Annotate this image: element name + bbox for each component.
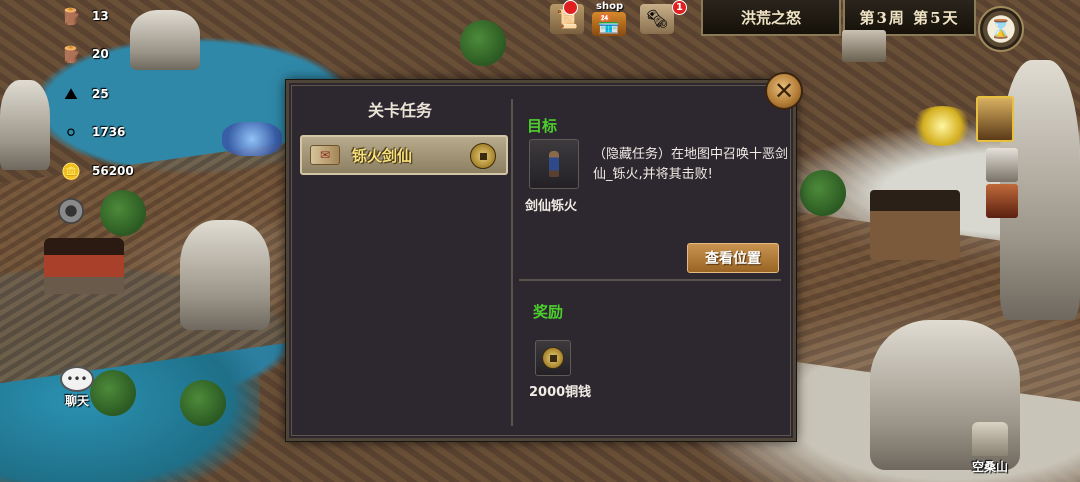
location-label: 空桑山	[971, 460, 1008, 474]
resource-ore: ⛰ 25	[58, 84, 108, 104]
wolf-unit[interactable]	[222, 122, 282, 156]
lumber-icon: 🪵	[61, 44, 81, 64]
horizontal-divider	[519, 279, 781, 281]
view-location-button[interactable]: 查看位置	[687, 243, 779, 273]
close-button[interactable]: ✕	[765, 72, 803, 110]
resource-lumber: 🪵 20	[58, 44, 109, 64]
pagoda-building[interactable]	[44, 238, 124, 294]
gold-ingot-icon: 🪙	[61, 161, 81, 181]
chat-label: 聊天	[64, 394, 89, 408]
pavilion-building[interactable]	[870, 190, 960, 260]
chat-button[interactable]: ••• 聊天	[56, 366, 98, 409]
target-name: 剑仙铄火	[525, 199, 578, 214]
palm-tree	[460, 20, 506, 66]
close-icon: ✕	[773, 77, 795, 105]
quest-name: 铄火剑仙	[352, 146, 413, 165]
scroll-badge: 1	[672, 0, 687, 15]
wood-bundle-icon: 🪵	[61, 6, 81, 26]
resource-wood: 🪵 13	[58, 6, 109, 26]
mountain	[130, 10, 200, 70]
reward-heading: 奖励	[533, 303, 564, 321]
hero-portrait-top[interactable]	[842, 30, 886, 62]
reward-text: 2000铜钱	[529, 385, 592, 400]
vertical-divider	[511, 99, 513, 426]
map-title: 洪荒之怒	[701, 0, 841, 36]
mountain-gate-icon	[972, 422, 1008, 456]
swordsman-figure-icon	[549, 151, 559, 177]
palm-tree	[180, 380, 226, 426]
copper-coin-icon	[542, 347, 564, 369]
chat-bubble-icon: •••	[60, 366, 94, 392]
target-heading: 目标	[527, 117, 558, 135]
quest-list-item[interactable]: ✉ 铄火剑仙	[300, 135, 508, 175]
notification-dot	[563, 0, 578, 15]
dialog-title: 关卡任务	[367, 101, 432, 120]
target-description: （隐藏任务）在地图中召唤十恶剑仙_铄火,并将其击败!	[593, 147, 789, 182]
reward-item	[535, 340, 571, 376]
shop-label: shop	[596, 1, 624, 12]
target-portrait	[529, 139, 579, 189]
quest-scroll-icon: ✉	[310, 145, 340, 165]
palm-tree	[800, 170, 846, 216]
end-turn-hourglass-button[interactable]: ⌛	[978, 6, 1024, 52]
silver-icon: ⚪	[64, 122, 78, 142]
shop-stall-icon: 🏪	[597, 13, 621, 35]
location-marker[interactable]: 空桑山	[958, 422, 1022, 475]
palm-tree	[100, 190, 146, 236]
shop-button[interactable]: 🏪	[592, 12, 626, 36]
hero-portrait-selected[interactable]	[976, 96, 1014, 142]
gold-portal[interactable]	[910, 106, 974, 146]
scroll-icon: 🗞	[645, 8, 669, 30]
hero-portrait-warrior[interactable]	[986, 184, 1018, 218]
coin-icon	[470, 143, 496, 169]
level-quest-dialog: 关卡任务 ✉ 铄火剑仙 目标 （隐藏任务）在地图中召唤十恶剑仙_铄火,并将其击败…	[286, 80, 796, 441]
hourglass-icon: ⌛	[989, 18, 1013, 40]
hero-portrait-elder[interactable]	[986, 148, 1018, 182]
iron-ore-icon: ⛰	[64, 84, 78, 103]
resource-silver: ⚪ 1736	[58, 122, 125, 142]
resource-gold: 🪙 56200	[58, 161, 134, 181]
scroll-button[interactable]: 🗞	[640, 4, 674, 34]
mountain	[180, 220, 270, 330]
settings-gear-icon[interactable]	[58, 198, 84, 224]
mountain	[0, 80, 50, 170]
